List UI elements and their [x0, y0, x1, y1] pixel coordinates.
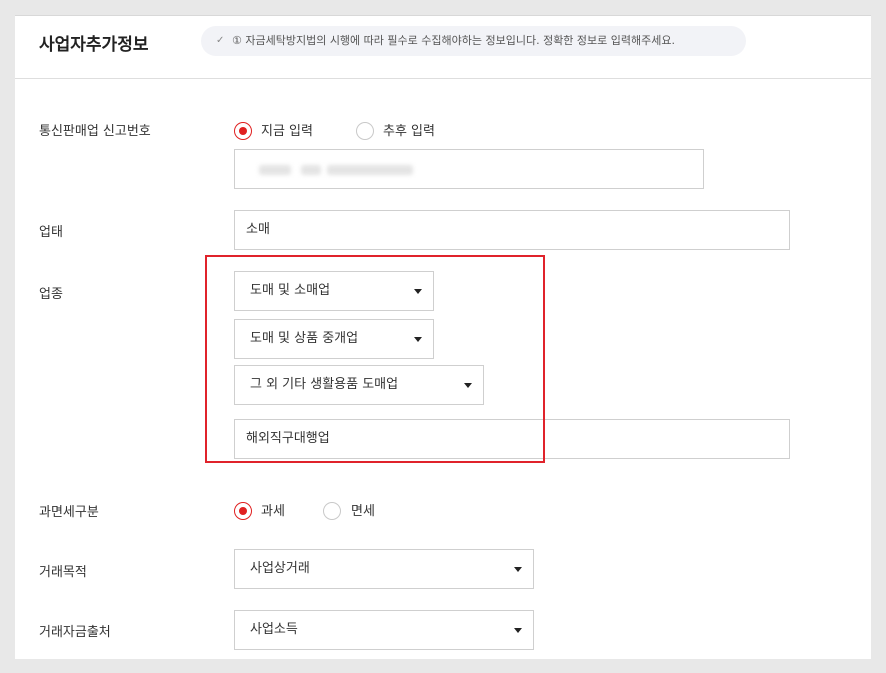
business-type-input[interactable]: 소매	[234, 210, 790, 250]
business-item-label: 업종	[39, 287, 63, 302]
radio-input-now[interactable]	[234, 122, 252, 140]
redacted-value	[301, 165, 321, 175]
radio-exempt[interactable]	[323, 502, 341, 520]
redacted-value	[327, 165, 413, 175]
caret-down-icon	[514, 628, 522, 633]
radio-exempt-label[interactable]: 면세	[351, 500, 375, 519]
radio-taxable[interactable]	[234, 502, 252, 520]
highlight-box	[205, 255, 545, 463]
purpose-value: 사업상거래	[250, 561, 310, 576]
page-title: 사업자추가정보	[39, 35, 149, 55]
business-info-panel: 사업자추가정보 ✓ ① 자금세탁방지법의 시행에 따라 필수로 수집해야하는 정…	[15, 15, 871, 659]
notice-text: ① 자금세탁방지법의 시행에 따라 필수로 수집해야하는 정보입니다. 정확한 …	[232, 34, 676, 47]
mail-order-label: 통신판매업 신고번호	[39, 124, 151, 139]
caret-down-icon	[514, 567, 522, 572]
purpose-select[interactable]: 사업상거래	[234, 549, 534, 589]
business-type-label: 업태	[39, 225, 63, 240]
radio-input-now-label[interactable]: 지금 입력	[261, 120, 313, 139]
purpose-label: 거래목적	[39, 565, 87, 580]
radio-input-later[interactable]	[356, 122, 374, 140]
fund-source-value: 사업소득	[250, 622, 298, 637]
fund-source-label: 거래자금출처	[39, 625, 111, 640]
panel-header: 사업자추가정보 ✓ ① 자금세탁방지법의 시행에 따라 필수로 수집해야하는 정…	[15, 16, 871, 79]
business-type-value: 소매	[246, 222, 270, 237]
redacted-value	[259, 165, 291, 175]
radio-taxable-label[interactable]: 과세	[261, 500, 285, 519]
radio-input-later-label[interactable]: 추후 입력	[383, 120, 435, 139]
notice-banner: ✓ ① 자금세탁방지법의 시행에 따라 필수로 수집해야하는 정보입니다. 정확…	[201, 26, 746, 56]
tax-type-label: 과면세구분	[39, 505, 99, 520]
mail-order-number-input[interactable]	[234, 149, 704, 189]
fund-source-select[interactable]: 사업소득	[234, 610, 534, 650]
check-icon: ✓	[216, 35, 225, 46]
